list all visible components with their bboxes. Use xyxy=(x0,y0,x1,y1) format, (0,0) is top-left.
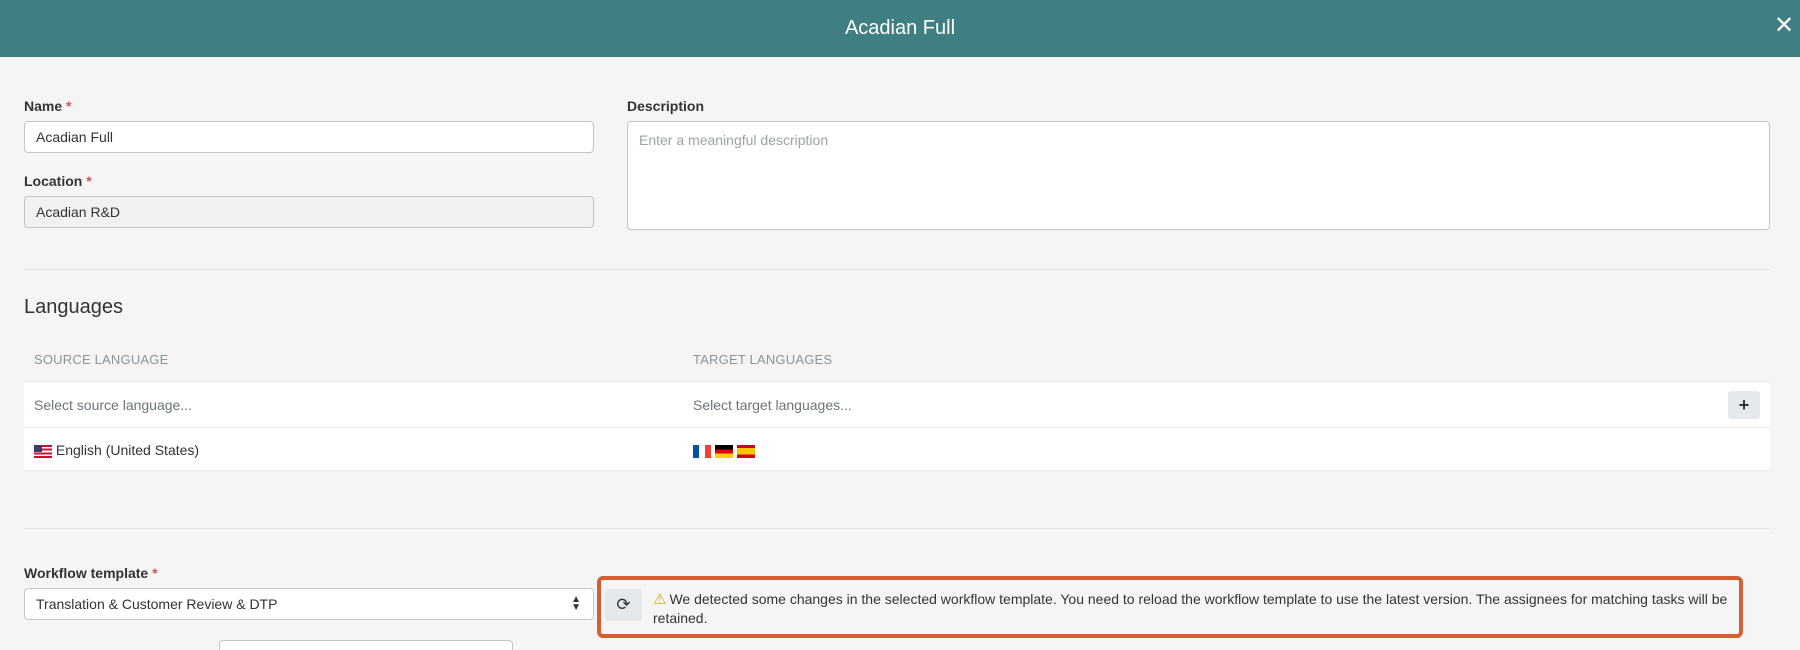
required-marker: * xyxy=(152,565,158,581)
location-label: Location * xyxy=(24,173,92,189)
required-marker: * xyxy=(66,98,72,114)
target-languages-select[interactable]: Select target languages... xyxy=(693,397,852,413)
description-label-text: Description xyxy=(627,98,705,114)
source-language-name: English (United States) xyxy=(55,442,200,458)
target-languages-header: TARGET LANGUAGES xyxy=(693,352,833,367)
divider xyxy=(24,528,1770,529)
workflow-template-select[interactable]: Translation & Customer Review & DTP ▲ ▼ xyxy=(24,588,594,620)
workflow-template-value: Translation & Customer Review & DTP xyxy=(36,596,278,612)
dialog-header: Acadian Full ✕ xyxy=(0,0,1800,57)
warning-highlight-box xyxy=(597,576,1743,638)
languages-title: Languages xyxy=(24,296,123,318)
dialog-title: Acadian Full xyxy=(844,17,956,39)
source-language-header: SOURCE LANGUAGE xyxy=(34,352,169,367)
source-language-cell: English (United States) xyxy=(34,442,199,458)
name-input-value: Acadian Full xyxy=(36,129,114,145)
language-select-row: Select source language... Select target … xyxy=(24,381,1770,427)
partial-field[interactable] xyxy=(219,640,513,650)
description-label: Description xyxy=(627,98,704,114)
name-label-text: Name xyxy=(24,98,63,114)
location-label-text: Location xyxy=(24,173,83,189)
location-input[interactable]: Acadian R&D xyxy=(24,196,594,228)
source-language-select[interactable]: Select source language... xyxy=(34,397,192,413)
divider xyxy=(24,269,1770,270)
location-input-value: Acadian R&D xyxy=(36,204,121,220)
de-flag-icon xyxy=(714,444,733,458)
name-input[interactable]: Acadian Full xyxy=(24,121,594,153)
select-arrows-icon: ▲ ▼ xyxy=(571,594,581,613)
workflow-template-label: Workflow template * xyxy=(24,565,158,581)
close-icon[interactable]: ✕ xyxy=(1772,14,1796,38)
name-label: Name * xyxy=(24,98,71,114)
language-pair-row[interactable]: English (United States) xyxy=(24,427,1770,471)
target-languages-cell xyxy=(693,442,755,458)
workflow-template-label-text: Workflow template xyxy=(24,565,149,581)
fr-flag-icon xyxy=(693,444,711,458)
required-marker: * xyxy=(86,173,92,189)
description-textarea[interactable] xyxy=(627,121,1770,230)
add-language-button[interactable]: + xyxy=(1728,391,1760,419)
es-flag-icon xyxy=(736,444,755,458)
us-flag-icon xyxy=(34,444,52,458)
